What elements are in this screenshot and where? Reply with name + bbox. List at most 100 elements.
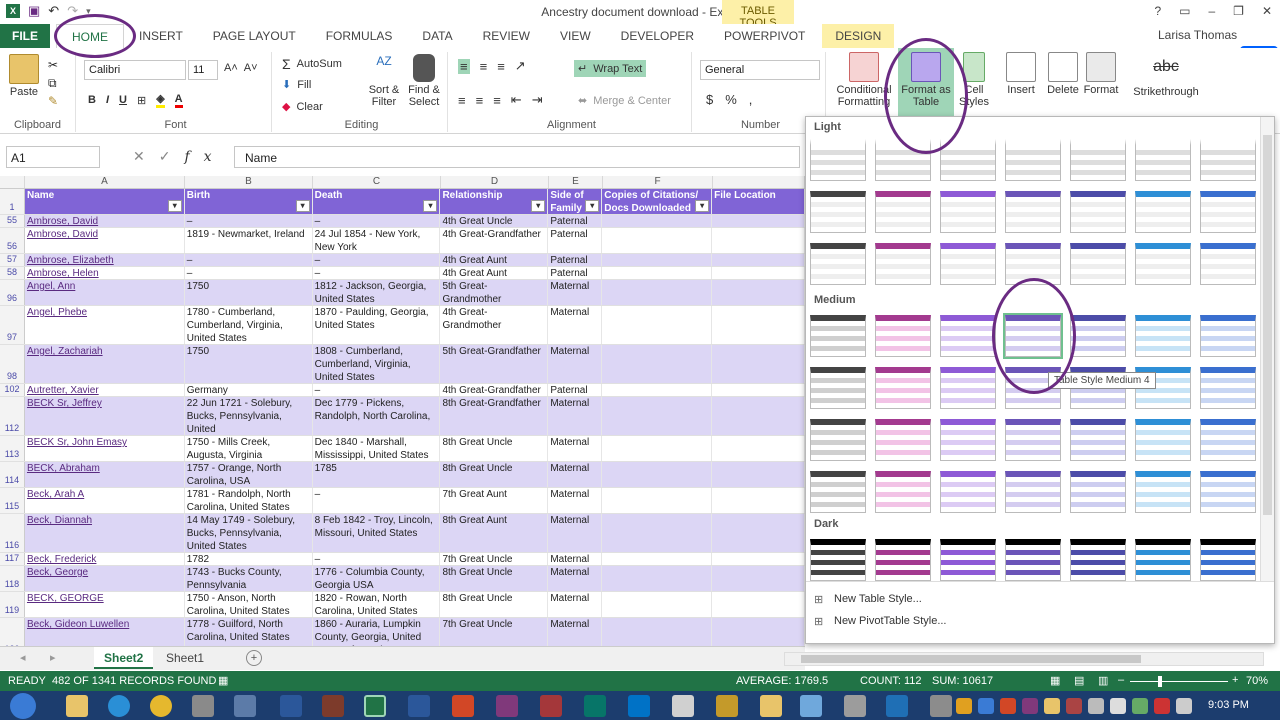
next-sheet-icon[interactable]: ▸: [50, 651, 56, 664]
table-row[interactable]: 96 Angel, Ann 1750 1812 - Jackson, Georgia,…: [0, 280, 805, 306]
borders-icon[interactable]: ⊞: [137, 94, 146, 107]
row-number[interactable]: 114: [0, 462, 25, 487]
zoom-out-icon[interactable]: –: [1118, 674, 1124, 686]
table-cell[interactable]: 8th Great-Grandfather: [440, 397, 549, 435]
row-number[interactable]: 120: [0, 618, 25, 646]
table-cell[interactable]: 8th Great Aunt: [440, 514, 549, 552]
macro-record-icon[interactable]: ▦: [218, 674, 228, 687]
table-style-swatch[interactable]: [1070, 471, 1126, 513]
table-row[interactable]: 58 Ambrose, Helen – –4th Great Aunt Paternal: [0, 267, 805, 280]
underline-icon[interactable]: U: [119, 94, 127, 106]
table-style-swatch[interactable]: [940, 191, 996, 233]
table-cell[interactable]: Maternal: [548, 462, 603, 487]
app-icon-5[interactable]: [716, 695, 738, 717]
table-style-swatch[interactable]: [810, 367, 866, 409]
table-cell[interactable]: 1778 - Guilford, North Carolina, United …: [185, 618, 313, 646]
table-cell[interactable]: [602, 436, 713, 461]
table-cell[interactable]: Maternal: [548, 592, 603, 617]
table-cell[interactable]: [602, 618, 713, 646]
table-cell[interactable]: 1781 - Randolph, North Carolina, United …: [185, 488, 313, 513]
excel-taskbar-icon[interactable]: [364, 695, 386, 717]
table-row[interactable]: 57 Ambrose, Elizabeth – –4th Great Aunt Pate…: [0, 254, 805, 267]
table-cell[interactable]: Maternal: [548, 514, 603, 552]
number-format-select[interactable]: General: [700, 60, 820, 80]
table-cell[interactable]: [602, 280, 713, 305]
table-cell[interactable]: Maternal: [548, 280, 603, 305]
table-cell[interactable]: [712, 345, 805, 383]
ribbon-display-icon[interactable]: ▭: [1179, 4, 1190, 18]
table-cell[interactable]: Paternal: [548, 384, 603, 396]
row-number[interactable]: 98: [0, 345, 25, 383]
filter-dropdown-icon[interactable]: ▾: [167, 200, 182, 212]
table-cell[interactable]: [602, 228, 713, 253]
row-number[interactable]: 117: [0, 553, 25, 565]
page-layout-view-icon[interactable]: ▤: [1074, 674, 1084, 687]
table-cell[interactable]: [712, 566, 805, 591]
shrink-font-icon[interactable]: A˅: [244, 62, 258, 74]
table-cell[interactable]: –: [313, 254, 441, 266]
column-header[interactable]: B: [185, 176, 313, 188]
table-cell[interactable]: [712, 228, 805, 253]
table-style-swatch[interactable]: [1200, 315, 1256, 357]
table-style-swatch[interactable]: [810, 539, 866, 581]
table-cell[interactable]: Maternal: [548, 436, 603, 461]
table-row[interactable]: 116 Beck, Diannah 14 May 1749 - Solebury, …: [0, 514, 805, 553]
table-cell[interactable]: 7th Great Aunt: [440, 488, 549, 513]
table-cell[interactable]: 1819 - Newmarket, Ireland: [185, 228, 313, 253]
table-cell[interactable]: 8th Great Uncle: [440, 462, 549, 487]
table-cell[interactable]: 1750: [185, 345, 313, 383]
table-cell[interactable]: 8th Great Uncle: [440, 566, 549, 591]
cut-icon[interactable]: ✂: [48, 58, 58, 72]
table-cell[interactable]: Paternal: [548, 267, 603, 279]
table-style-swatch[interactable]: [875, 539, 931, 581]
table-style-swatch[interactable]: [1135, 243, 1191, 285]
table-cell[interactable]: 8th Great Uncle: [440, 592, 549, 617]
name-box[interactable]: A1: [6, 146, 100, 168]
row-number[interactable]: 102: [0, 384, 25, 396]
table-cell[interactable]: [712, 553, 805, 565]
table-cell[interactable]: 4th Great-Grandmother: [440, 306, 549, 344]
table-style-swatch[interactable]: [875, 471, 931, 513]
copy-icon[interactable]: ⧉: [48, 76, 57, 91]
table-cell[interactable]: Angel, Zachariah: [25, 345, 185, 383]
table-style-swatch[interactable]: [940, 367, 996, 409]
table-cell[interactable]: [712, 514, 805, 552]
table-style-swatch[interactable]: [810, 139, 866, 181]
tray-icon-1[interactable]: [956, 698, 972, 714]
table-cell[interactable]: 5th Great-Grandfather: [440, 345, 549, 383]
tab-developer[interactable]: DEVELOPER: [606, 24, 709, 48]
worksheet-grid[interactable]: ABCDEF 1 Name ▾ Birth ▾ Death ▾ Relationship ▾ Si…: [0, 176, 805, 646]
tray-icon-11[interactable]: [1176, 698, 1192, 714]
filter-dropdown-icon[interactable]: ▾: [531, 200, 546, 212]
table-cell[interactable]: –: [313, 384, 441, 396]
tab-page-layout[interactable]: PAGE LAYOUT: [198, 24, 311, 48]
table-style-swatch[interactable]: [1135, 315, 1191, 357]
file-explorer-icon[interactable]: [66, 695, 88, 717]
tab-formulas[interactable]: FORMULAS: [311, 24, 408, 48]
table-cell[interactable]: 1750 - Mills Creek, Augusta, Virginia: [185, 436, 313, 461]
table-style-swatch[interactable]: [810, 419, 866, 461]
table-style-swatch[interactable]: [1005, 139, 1061, 181]
cancel-icon[interactable]: ✕: [133, 148, 159, 164]
row-number[interactable]: 1: [0, 189, 25, 214]
table-cell[interactable]: BECK, Abraham: [25, 462, 185, 487]
table-cell[interactable]: [712, 267, 805, 279]
italic-icon[interactable]: I: [106, 94, 109, 106]
table-style-swatch[interactable]: [1070, 539, 1126, 581]
table-cell[interactable]: [602, 514, 713, 552]
gallery-scroll-thumb[interactable]: [1263, 135, 1272, 515]
paste-button[interactable]: Paste: [6, 54, 42, 98]
table-cell[interactable]: Ambrose, Elizabeth: [25, 254, 185, 266]
row-number[interactable]: 56: [0, 228, 25, 253]
table-cell[interactable]: 1808 - Cumberland, Cumberland, Virginia,…: [313, 345, 441, 383]
tab-sheet2[interactable]: Sheet2: [94, 647, 154, 669]
gallery-scrollbar[interactable]: [1260, 117, 1274, 581]
table-cell[interactable]: 1743 - Bucks County, Pennsylvania: [185, 566, 313, 591]
table-row[interactable]: 97 Angel, Phebe 1780 - Cumberland, Cumberl…: [0, 306, 805, 345]
table-cell[interactable]: 1812 - Jackson, Georgia, United States: [313, 280, 441, 305]
table-cell[interactable]: Dec 1840 - Marshall, Mississippi, United…: [313, 436, 441, 461]
table-style-swatch[interactable]: [1200, 419, 1256, 461]
table-cell[interactable]: 4th Great Uncle: [440, 215, 549, 227]
row-number[interactable]: 55: [0, 215, 25, 227]
table-cell[interactable]: BECK Sr, John Emasy: [25, 436, 185, 461]
